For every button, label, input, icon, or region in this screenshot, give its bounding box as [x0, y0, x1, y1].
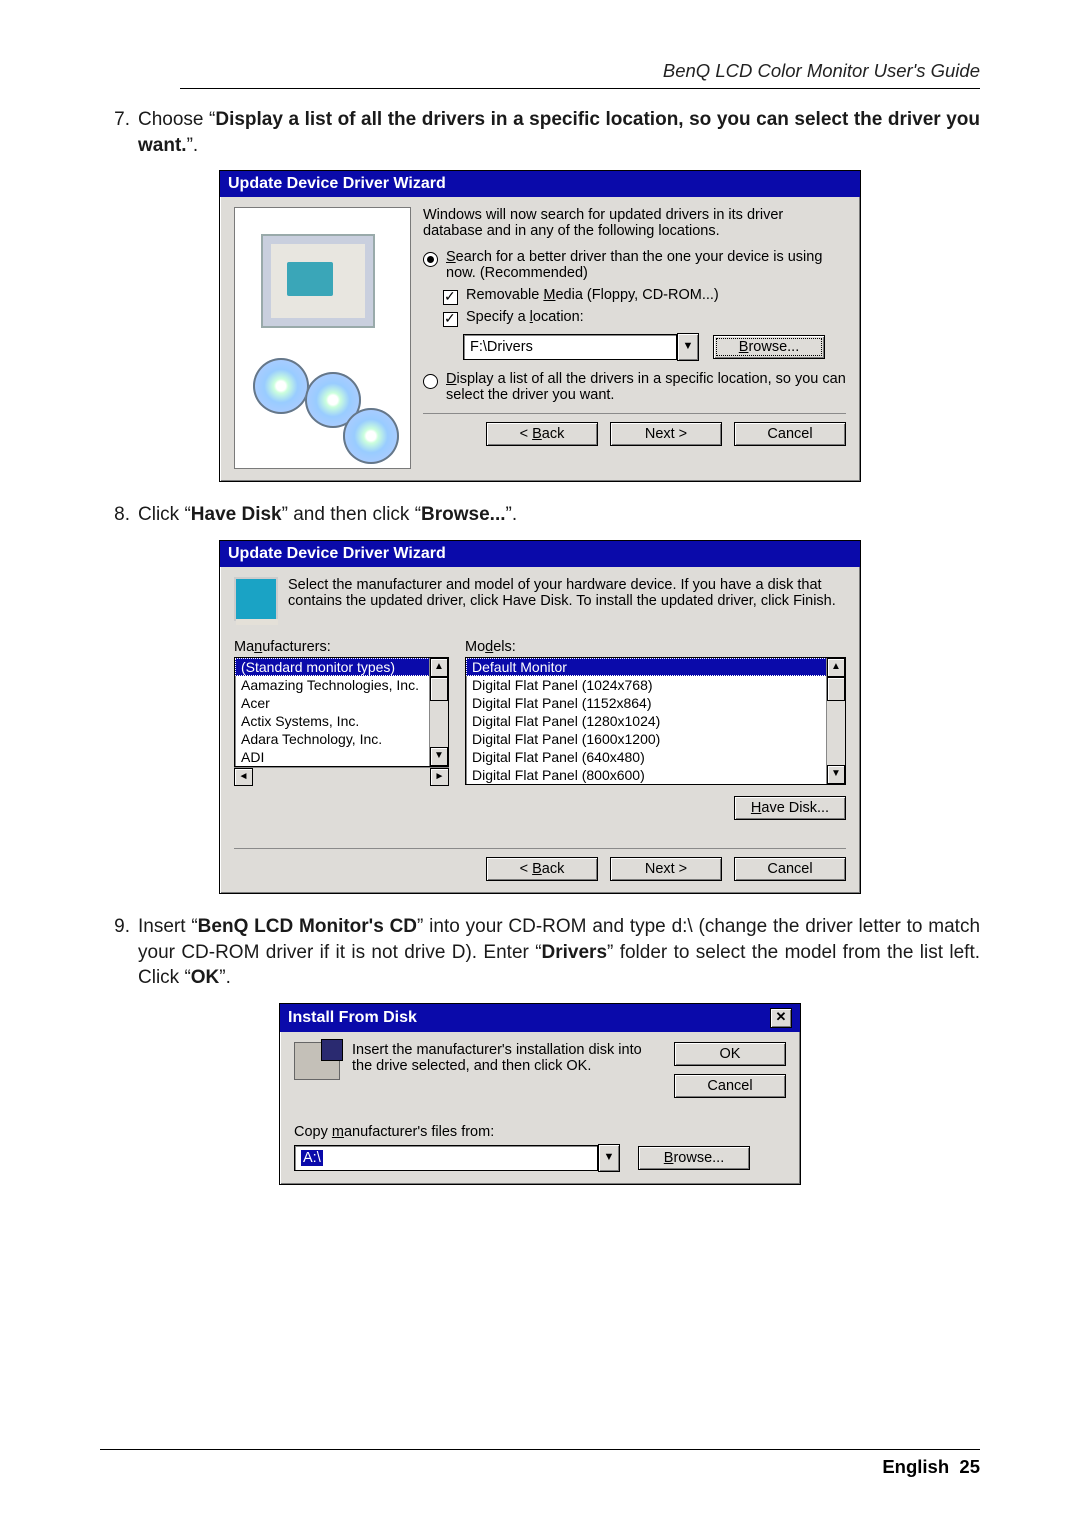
- step-text: Click “Have Disk” and then click “Browse…: [138, 502, 980, 528]
- dropdown-arrow-icon[interactable]: ▼: [598, 1144, 620, 1172]
- dialog-intro: Windows will now search for updated driv…: [423, 207, 846, 239]
- page-footer: English 25: [100, 1449, 980, 1478]
- radio-icon: [423, 374, 438, 389]
- browse-button[interactable]: Browse...: [713, 335, 825, 359]
- check-removable-media[interactable]: Removable Media (Floppy, CD-ROM...): [443, 287, 846, 305]
- manufacturers-label: Manufacturers:: [234, 639, 449, 655]
- next-button[interactable]: Next >: [610, 422, 722, 446]
- running-head: BenQ LCD Color Monitor User's Guide: [180, 60, 980, 89]
- step-7: 7. Choose “Display a list of all the dri…: [100, 107, 980, 158]
- models-label: Models:: [465, 639, 846, 655]
- scrollbar-vertical[interactable]: ▲ ▼: [429, 658, 448, 766]
- text: ” and then click “: [282, 504, 421, 525]
- list-item[interactable]: (Standard monitor types): [235, 658, 448, 676]
- page: BenQ LCD Color Monitor User's Guide 7. C…: [0, 0, 1080, 1528]
- step-8: 8. Click “Have Disk” and then click “Bro…: [100, 502, 980, 528]
- scrollbar-vertical[interactable]: ▲ ▼: [826, 658, 845, 784]
- radio-icon: [423, 252, 438, 267]
- scroll-thumb[interactable]: [430, 677, 448, 701]
- copy-from-label: Copy manufacturer's files from:: [294, 1124, 786, 1140]
- dialog-titlebar: Install From Disk ✕: [280, 1004, 800, 1032]
- list-item[interactable]: Digital Flat Panel (800x600): [466, 766, 845, 784]
- text-bold: OK: [191, 967, 220, 988]
- dialog-title: Update Device Driver Wizard: [228, 175, 446, 193]
- list-item[interactable]: Digital Flat Panel (1152x864): [466, 694, 845, 712]
- ok-button[interactable]: OK: [674, 1042, 786, 1066]
- list-item[interactable]: Digital Flat Panel (1280x1024): [466, 712, 845, 730]
- text: Insert “: [138, 916, 198, 937]
- dialog-update-driver-search: Update Device Driver Wizard Windows will…: [219, 170, 861, 482]
- copy-from-path-input[interactable]: A:\: [294, 1145, 598, 1171]
- scroll-up-icon[interactable]: ▲: [827, 658, 845, 677]
- scroll-left-icon[interactable]: ◄: [234, 768, 253, 786]
- list-item[interactable]: Aamazing Technologies, Inc.: [235, 676, 448, 694]
- text-bold: Have Disk: [191, 504, 282, 525]
- text: ”.: [219, 967, 231, 988]
- step-number: 7.: [100, 107, 130, 158]
- footer-page-number: 25: [959, 1456, 980, 1477]
- checkbox-icon: [443, 290, 458, 305]
- disk-drive-icon: [294, 1042, 340, 1080]
- next-button[interactable]: Next >: [610, 857, 722, 881]
- list-item[interactable]: Acer: [235, 694, 448, 712]
- dialog-install-from-disk: Install From Disk ✕ Insert the manufactu…: [279, 1003, 801, 1185]
- list-item[interactable]: Adara Technology, Inc.: [235, 730, 448, 748]
- manufacturers-listbox[interactable]: (Standard monitor types)Aamazing Technol…: [234, 657, 449, 767]
- text-bold: Browse...: [421, 504, 505, 525]
- close-icon[interactable]: ✕: [770, 1008, 792, 1028]
- list-item[interactable]: Digital Flat Panel (1024x768): [466, 676, 845, 694]
- radio-display-list[interactable]: Display a list of all the drivers in a s…: [423, 371, 846, 403]
- step-9: 9. Insert “BenQ LCD Monitor's CD” into y…: [100, 914, 980, 991]
- step-number: 8.: [100, 502, 130, 528]
- text: ”.: [506, 504, 518, 525]
- step-text: Insert “BenQ LCD Monitor's CD” into your…: [138, 914, 980, 991]
- cancel-button[interactable]: Cancel: [674, 1074, 786, 1098]
- wizard-art: [234, 207, 411, 469]
- cancel-button[interactable]: Cancel: [734, 422, 846, 446]
- dialog-intro: Select the manufacturer and model of you…: [288, 577, 846, 621]
- list-item[interactable]: Actix Systems, Inc.: [235, 712, 448, 730]
- text: Choose “: [138, 109, 215, 130]
- text-bold: Display a list of all the drivers in a s…: [138, 109, 980, 156]
- have-disk-button[interactable]: Have Disk...: [734, 796, 846, 820]
- scroll-up-icon[interactable]: ▲: [430, 658, 448, 677]
- scroll-down-icon[interactable]: ▼: [430, 747, 448, 766]
- scroll-right-icon[interactable]: ►: [430, 768, 449, 786]
- dialog-update-driver-list: Update Device Driver Wizard Select the m…: [219, 540, 861, 894]
- checkbox-label: Specify a location:: [466, 309, 584, 325]
- radio-search-better[interactable]: Search for a better driver than the one …: [423, 249, 846, 281]
- check-specify-location[interactable]: Specify a location:: [443, 309, 846, 327]
- text-bold: BenQ LCD Monitor's CD: [198, 916, 417, 937]
- location-path-input[interactable]: F:\Drivers: [463, 334, 677, 360]
- checkbox-icon: [443, 312, 458, 327]
- list-item[interactable]: ADI: [235, 748, 448, 766]
- text: ”.: [187, 135, 199, 156]
- monitor-icon: [234, 577, 278, 621]
- step-number: 9.: [100, 914, 130, 991]
- scrollbar-horizontal[interactable]: ◄ ►: [234, 767, 449, 786]
- back-button[interactable]: < Back: [486, 422, 598, 446]
- dialog-titlebar: Update Device Driver Wizard: [220, 541, 860, 567]
- footer-label: English: [882, 1456, 949, 1477]
- text-bold: Drivers: [542, 942, 608, 963]
- dropdown-arrow-icon[interactable]: ▼: [677, 333, 699, 361]
- text: Click “: [138, 504, 191, 525]
- dialog-titlebar: Update Device Driver Wizard: [220, 171, 860, 197]
- dialog-message: Insert the manufacturer's installation d…: [352, 1042, 660, 1098]
- list-item[interactable]: Digital Flat Panel (640x480): [466, 748, 845, 766]
- radio-label: Display a list of all the drivers in a s…: [446, 371, 846, 403]
- models-listbox[interactable]: Default MonitorDigital Flat Panel (1024x…: [465, 657, 846, 785]
- back-button[interactable]: < Back: [486, 857, 598, 881]
- list-item[interactable]: Default Monitor: [466, 658, 845, 676]
- dialog-title: Update Device Driver Wizard: [228, 545, 446, 563]
- cancel-button[interactable]: Cancel: [734, 857, 846, 881]
- list-item[interactable]: Digital Flat Panel (1600x1200): [466, 730, 845, 748]
- checkbox-label: Removable Media (Floppy, CD-ROM...): [466, 287, 719, 303]
- browse-button[interactable]: Browse...: [638, 1146, 750, 1170]
- scroll-down-icon[interactable]: ▼: [827, 765, 845, 784]
- scroll-thumb[interactable]: [827, 677, 845, 701]
- radio-label: Search for a better driver than the one …: [446, 249, 846, 281]
- step-text: Choose “Display a list of all the driver…: [138, 107, 980, 158]
- dialog-title: Install From Disk: [288, 1009, 417, 1027]
